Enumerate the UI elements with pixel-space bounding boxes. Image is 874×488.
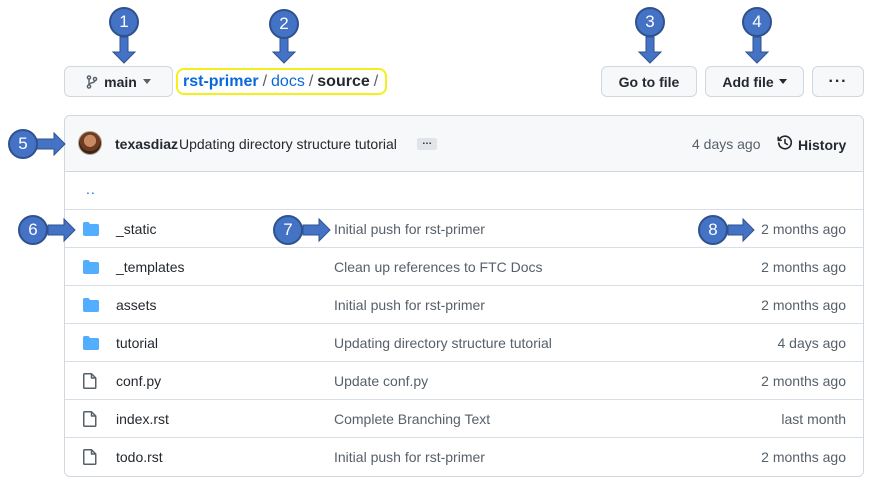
file-browser: texasdiaz Updating directory structure t… — [64, 115, 864, 477]
branch-selector-button[interactable]: main — [64, 66, 173, 97]
breadcrumb-repo-link[interactable]: rst-primer — [183, 73, 259, 91]
annotation-marker-2: 2 — [269, 9, 299, 39]
caret-down-icon — [778, 79, 787, 84]
breadcrumb-separator: / — [262, 72, 268, 90]
history-label: History — [798, 136, 847, 153]
commit-message-link[interactable]: Updating directory structure tutorial — [334, 335, 552, 351]
file-row[interactable]: tutorial Updating directory structure tut… — [65, 323, 863, 362]
file-icon — [83, 411, 97, 430]
annotation-marker-4: 4 — [742, 7, 772, 37]
file-icon — [83, 449, 97, 468]
commit-age: 4 days ago — [777, 335, 847, 351]
annotation-marker-5: 5 — [8, 129, 38, 159]
more-options-button[interactable]: ··· — [812, 66, 864, 97]
commit-age: 2 months ago — [761, 297, 846, 313]
parent-directory-link[interactable]: .. — [86, 181, 96, 197]
latest-commit-bar: texasdiaz Updating directory structure t… — [65, 116, 863, 172]
folder-icon — [83, 222, 99, 239]
file-icon — [83, 373, 97, 392]
file-row[interactable]: _templates Clean up references to FTC Doc… — [65, 247, 863, 286]
file-name-link[interactable]: _templates — [116, 259, 184, 275]
file-name-link[interactable]: conf.py — [116, 373, 161, 389]
commit-message-link[interactable]: Initial push for rst-primer — [334, 221, 485, 237]
commit-message-link[interactable]: Initial push for rst-primer — [334, 297, 485, 313]
branch-name: main — [104, 73, 137, 90]
history-icon — [777, 135, 793, 154]
commit-age: 2 months ago — [761, 259, 846, 275]
commit-message-link[interactable]: Clean up references to FTC Docs — [334, 259, 543, 275]
file-row[interactable]: conf.py Update conf.py 2 months ago — [65, 361, 863, 400]
file-row[interactable]: assets Initial push for rst-primer 2 month… — [65, 285, 863, 324]
commit-age: 2 months ago — [761, 449, 846, 465]
avatar[interactable] — [78, 131, 102, 155]
go-to-file-label: Go to file — [618, 73, 680, 90]
folder-icon — [83, 260, 99, 277]
commit-author[interactable]: texasdiaz — [115, 136, 178, 152]
expand-commit-message-button[interactable]: … — [417, 137, 437, 150]
annotation-marker-3: 3 — [635, 7, 665, 37]
breadcrumb-separator: / — [373, 72, 379, 90]
annotation-marker-7: 7 — [273, 215, 303, 245]
breadcrumb-docs-link[interactable]: docs — [271, 73, 305, 91]
caret-down-icon — [142, 79, 151, 84]
commit-message-link[interactable]: Initial push for rst-primer — [334, 449, 485, 465]
breadcrumb-current-folder: source — [317, 72, 370, 90]
go-to-file-button[interactable]: Go to file — [601, 66, 697, 97]
commit-message-link[interactable]: Update conf.py — [334, 373, 428, 389]
history-link[interactable]: History — [777, 135, 846, 154]
file-row[interactable]: _static Initial push for rst-primer 2 mont… — [65, 209, 863, 248]
commit-age: 2 months ago — [761, 221, 846, 237]
annotation-marker-8: 8 — [698, 215, 728, 245]
file-name-link[interactable]: _static — [116, 221, 156, 237]
commit-age: last month — [781, 411, 846, 427]
breadcrumb: rst-primer / docs / source / — [176, 68, 387, 95]
folder-icon — [83, 298, 99, 315]
commit-age: 2 months ago — [761, 373, 846, 389]
file-name-link[interactable]: index.rst — [116, 411, 169, 427]
breadcrumb-separator: / — [308, 72, 314, 90]
file-name-link[interactable]: assets — [116, 297, 156, 313]
file-name-link[interactable]: tutorial — [116, 335, 158, 351]
git-branch-icon — [86, 74, 98, 89]
file-name-link[interactable]: todo.rst — [116, 449, 163, 465]
add-file-label: Add file — [722, 73, 774, 90]
file-row[interactable]: todo.rst Initial push for rst-primer 2 mon… — [65, 437, 863, 475]
annotation-marker-6: 6 — [18, 215, 48, 245]
commit-time[interactable]: 4 days ago — [692, 136, 761, 152]
file-row[interactable]: index.rst Complete Branching Text last mon… — [65, 399, 863, 438]
folder-icon — [83, 336, 99, 353]
add-file-button[interactable]: Add file — [705, 66, 804, 97]
annotation-marker-1: 1 — [109, 7, 139, 37]
kebab-horizontal-icon: ··· — [828, 72, 848, 90]
commit-message-link[interactable]: Complete Branching Text — [334, 411, 490, 427]
commit-message[interactable]: Updating directory structure tutorial — [179, 136, 397, 152]
parent-directory-row[interactable]: .. — [65, 171, 863, 210]
